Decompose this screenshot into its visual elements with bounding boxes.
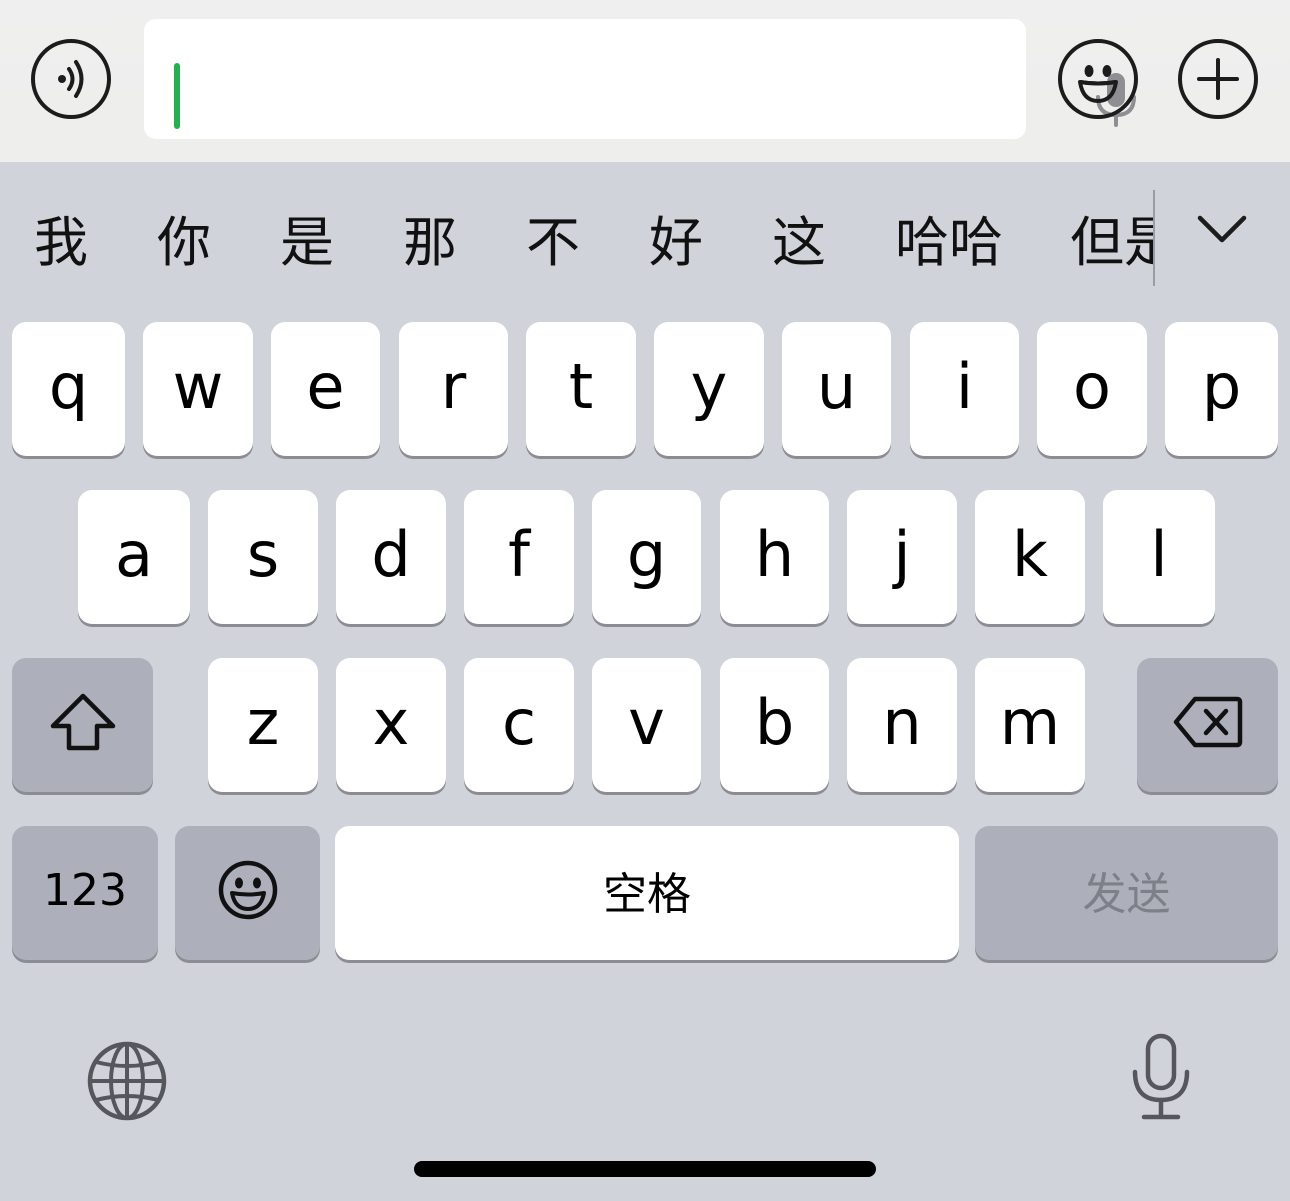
key-v[interactable]: v <box>592 658 701 792</box>
key-b[interactable]: b <box>720 658 829 792</box>
candidate-item[interactable]: 那 <box>403 208 457 278</box>
voice-input-button[interactable] <box>31 39 111 119</box>
key-e[interactable]: e <box>271 322 380 456</box>
microphone-icon[interactable] <box>1128 1032 1194 1122</box>
key-u[interactable]: u <box>782 322 891 456</box>
key-l[interactable]: l <box>1103 490 1215 624</box>
message-input[interactable] <box>174 39 938 121</box>
delete-key[interactable] <box>1137 658 1278 792</box>
key-i[interactable]: i <box>910 322 1019 456</box>
key-f[interactable]: f <box>464 490 574 624</box>
candidate-item-clipped[interactable]: 但是 <box>1070 208 1154 278</box>
candidate-item[interactable]: 你 <box>157 208 211 278</box>
message-input-container[interactable] <box>144 19 1136 139</box>
candidate-item[interactable]: 这 <box>772 208 826 278</box>
send-key[interactable]: 发送 <box>975 826 1278 960</box>
key-n[interactable]: n <box>847 658 957 792</box>
candidate-divider <box>1153 190 1155 286</box>
candidate-item-label: 但是 <box>1070 211 1154 274</box>
key-t[interactable]: t <box>526 322 636 456</box>
chat-input-bar <box>0 0 1290 162</box>
key-m[interactable]: m <box>975 658 1085 792</box>
key-k[interactable]: k <box>975 490 1085 624</box>
text-caret <box>174 63 180 129</box>
key-c[interactable]: c <box>464 658 574 792</box>
key-r[interactable]: r <box>399 322 508 456</box>
emoji-key[interactable] <box>175 826 320 960</box>
shift-key[interactable] <box>12 658 153 792</box>
key-a[interactable]: a <box>78 490 190 624</box>
key-w[interactable]: w <box>143 322 253 456</box>
shift-arrow-icon <box>50 693 115 751</box>
candidate-item[interactable]: 哈哈 <box>895 208 1003 278</box>
space-key[interactable]: 空格 <box>335 826 959 960</box>
candidate-item[interactable]: 好 <box>649 208 703 278</box>
globe-icon[interactable] <box>86 1040 168 1122</box>
backspace-icon <box>1173 696 1242 748</box>
numbers-key[interactable]: 123 <box>12 826 158 960</box>
key-q[interactable]: q <box>12 322 125 456</box>
key-h[interactable]: h <box>720 490 829 624</box>
key-j[interactable]: j <box>847 490 957 624</box>
key-g[interactable]: g <box>592 490 701 624</box>
voice-wave-icon <box>58 60 84 98</box>
key-y[interactable]: y <box>654 322 764 456</box>
plus-icon <box>1197 58 1239 100</box>
key-p[interactable]: p <box>1165 322 1278 456</box>
candidate-item[interactable]: 不 <box>526 208 580 278</box>
candidate-item[interactable]: 我 <box>34 208 88 278</box>
more-options-button[interactable] <box>1178 39 1258 119</box>
smiley-icon <box>218 860 277 920</box>
smiley-icon <box>1078 65 1118 103</box>
key-z[interactable]: z <box>208 658 318 792</box>
emoji-button[interactable] <box>1058 39 1138 119</box>
key-x[interactable]: x <box>336 658 446 792</box>
key-d[interactable]: d <box>336 490 446 624</box>
chevron-down-icon[interactable] <box>1196 212 1248 246</box>
candidate-item[interactable]: 是 <box>280 208 334 278</box>
key-o[interactable]: o <box>1037 322 1147 456</box>
key-s[interactable]: s <box>208 490 318 624</box>
home-indicator[interactable] <box>414 1161 876 1177</box>
